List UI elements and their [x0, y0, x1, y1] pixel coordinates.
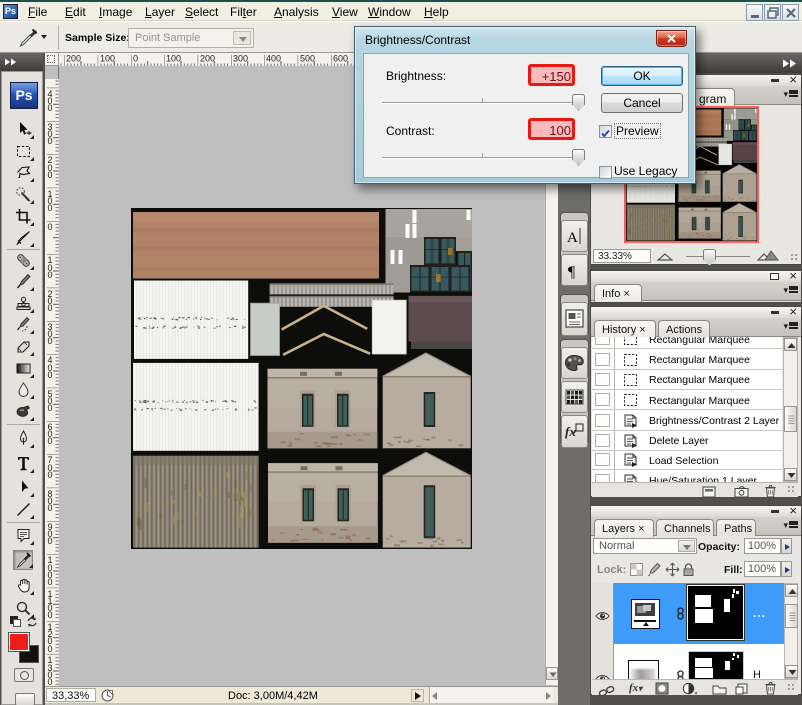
svg-text:0: 0: [48, 610, 53, 620]
svg-text:0: 0: [48, 577, 53, 587]
svg-text:100: 100: [166, 54, 181, 64]
svg-text:0: 0: [48, 536, 53, 546]
svg-text:0: 0: [48, 170, 53, 180]
svg-text:0: 0: [48, 303, 53, 313]
svg-text:100: 100: [100, 54, 115, 64]
svg-text:0: 0: [133, 54, 138, 64]
svg-text:0: 0: [48, 470, 53, 480]
svg-text:300: 300: [233, 54, 248, 64]
svg-text:200: 200: [200, 54, 215, 64]
svg-text:400: 400: [266, 54, 281, 64]
svg-text:0: 0: [48, 336, 53, 346]
svg-text:0: 0: [48, 203, 53, 213]
svg-text:¶: ¶: [568, 264, 576, 281]
svg-text:0: 0: [48, 370, 53, 380]
svg-text:200: 200: [66, 54, 81, 64]
svg-text:500: 500: [300, 54, 315, 64]
svg-text:0: 0: [48, 270, 53, 280]
svg-text:0: 0: [48, 436, 53, 446]
svg-text:0: 0: [48, 222, 53, 232]
svg-text:A: A: [567, 230, 578, 246]
svg-text:0: 0: [48, 136, 53, 146]
svg-text:0: 0: [48, 644, 53, 654]
svg-text:600: 600: [333, 54, 348, 64]
svg-text:0: 0: [48, 103, 53, 113]
svg-text:fx: fx: [565, 424, 576, 439]
svg-text:0: 0: [48, 403, 53, 413]
svg-text:0: 0: [48, 503, 53, 513]
